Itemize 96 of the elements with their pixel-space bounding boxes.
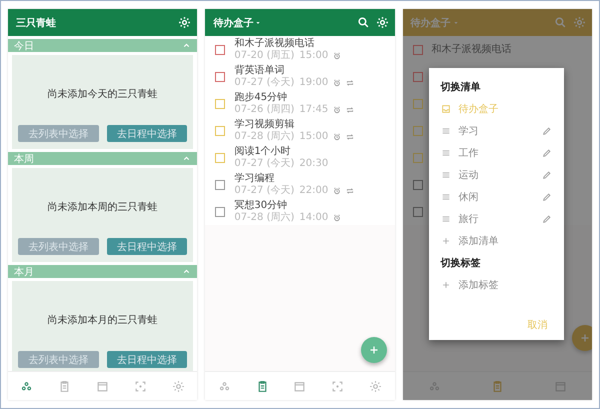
list-option[interactable]: 工作	[428, 142, 564, 164]
list-name: 运动	[458, 168, 479, 182]
list-name: 待办盒子	[458, 102, 499, 116]
pencil-icon[interactable]	[542, 170, 552, 180]
choose-button[interactable]: 去列表中选择	[18, 351, 99, 368]
calendar-icon[interactable]	[293, 380, 306, 392]
three-dots-icon[interactable]	[218, 380, 231, 392]
choose-button[interactable]: 去列表中选择	[18, 238, 99, 255]
list-icon	[440, 214, 451, 224]
task-date: 07-27 (今天)	[234, 184, 294, 196]
section-header[interactable]: 本周	[8, 152, 198, 165]
three-dots-icon[interactable]	[428, 380, 441, 392]
task-time: 15:00	[299, 130, 328, 142]
task-checkbox[interactable]	[412, 206, 423, 216]
task-checkbox[interactable]	[412, 180, 423, 190]
task-title[interactable]: 学习编程	[234, 172, 354, 184]
dialog-heading: 切换清单	[439, 80, 482, 95]
clipboard-icon[interactable]	[256, 380, 269, 392]
gear-icon[interactable]	[172, 380, 185, 392]
task-checkbox[interactable]	[412, 72, 423, 82]
task-time: 19:00	[299, 76, 328, 88]
choose-button[interactable]: 去日程中选择	[106, 238, 188, 255]
task-date: 07-26 (周四)	[234, 104, 294, 116]
task-title[interactable]: 跑步45分钟	[234, 92, 354, 104]
section-header[interactable]: 本月	[8, 265, 198, 278]
task-date: 07-20 (周五)	[234, 50, 294, 62]
focus-icon[interactable]	[331, 380, 344, 392]
task-title[interactable]: 背英语单词	[234, 64, 354, 76]
app-title: 三只青蛙	[16, 16, 56, 30]
list-name: 学习	[458, 125, 479, 138]
three-dots-icon[interactable]	[20, 380, 34, 392]
settings-icon	[178, 16, 192, 29]
task-time: 20:30	[299, 158, 328, 170]
dialog-heading: 切换标签	[439, 256, 482, 271]
task-title[interactable]: 学习视频剪辑	[234, 118, 354, 130]
section-header[interactable]: 今日	[8, 39, 198, 52]
clipboard-icon[interactable]	[490, 380, 504, 392]
empty-message: 尚未添加今天的三只青蛙	[48, 88, 158, 101]
list-switcher[interactable]: 待办盒子	[213, 16, 264, 30]
task-date: 07-27 (今天)	[234, 158, 294, 170]
settings-button[interactable]	[376, 16, 389, 29]
choose-button[interactable]: 去日程中选择	[106, 125, 188, 142]
list-icon	[440, 126, 451, 136]
empty-message: 尚未添加本月的三只青蛙	[48, 314, 158, 327]
task-time: 17:45	[299, 104, 328, 116]
choose-button[interactable]: 去日程中选择	[106, 351, 188, 368]
pencil-icon[interactable]	[542, 192, 552, 202]
task-checkbox[interactable]	[412, 98, 423, 108]
calendar-icon[interactable]	[96, 380, 110, 392]
list-option[interactable]: 运动	[428, 164, 564, 186]
add-button[interactable]	[360, 337, 387, 363]
list-name: 休闲	[458, 191, 479, 204]
pencil-icon[interactable]	[542, 148, 552, 158]
task-time: 22:00	[299, 184, 328, 196]
empty-message: 尚未添加本周的三只青蛙	[48, 200, 158, 214]
search-button[interactable]	[356, 16, 370, 29]
task-checkbox[interactable]	[215, 44, 226, 54]
clipboard-icon[interactable]	[58, 380, 72, 392]
add-list-button[interactable]: 添加清单	[428, 230, 564, 252]
task-checkbox[interactable]	[412, 44, 423, 54]
task-time: 15:00	[299, 50, 328, 62]
plus-icon	[578, 332, 591, 344]
list-name: 旅行	[458, 212, 479, 226]
list-option[interactable]: 旅行	[428, 208, 564, 230]
inbox-icon	[440, 104, 451, 114]
task-title[interactable]: 冥想30分钟	[234, 200, 342, 212]
pencil-icon[interactable]	[542, 126, 552, 136]
task-title[interactable]: 和木子派视频电话	[234, 38, 342, 50]
add-button[interactable]	[572, 325, 592, 351]
list-option[interactable]: 休闲	[428, 186, 564, 208]
list-icon	[440, 148, 451, 158]
choose-button[interactable]: 去列表中选择	[18, 125, 99, 142]
gear-icon[interactable]	[369, 380, 382, 392]
list-icon	[440, 192, 451, 202]
add-tag-button[interactable]: 添加标签	[428, 274, 564, 296]
task-title[interactable]: 和木子派视频电话	[432, 44, 512, 56]
plus-icon	[440, 236, 451, 246]
task-checkbox[interactable]	[215, 206, 226, 216]
task-date: 07-27 (今天)	[234, 76, 294, 88]
focus-icon[interactable]	[134, 380, 147, 392]
task-title[interactable]: 阅读1个小时	[234, 146, 328, 158]
task-date: 07-28 (周六)	[234, 212, 294, 224]
plus-icon	[368, 344, 380, 356]
list-name: 工作	[458, 147, 479, 160]
plus-icon	[440, 280, 451, 290]
list-option[interactable]: 学习	[428, 120, 564, 142]
task-date: 07-28 (周六)	[234, 130, 294, 142]
task-time: 14:00	[299, 212, 328, 224]
settings-button[interactable]	[178, 16, 192, 29]
task-checkbox[interactable]	[215, 180, 226, 190]
pencil-icon[interactable]	[542, 214, 552, 224]
task-checkbox[interactable]	[412, 126, 423, 136]
task-checkbox[interactable]	[215, 72, 226, 82]
list-icon	[440, 170, 451, 180]
task-checkbox[interactable]	[412, 152, 423, 162]
calendar-icon[interactable]	[554, 380, 567, 392]
